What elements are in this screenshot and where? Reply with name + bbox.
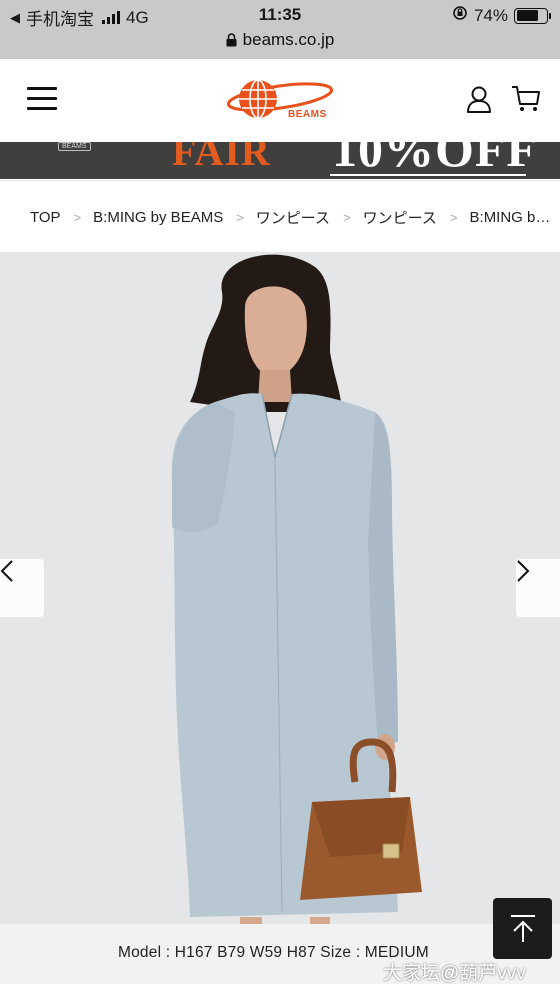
next-image-button[interactable] — [516, 559, 560, 617]
product-image-gallery[interactable] — [0, 252, 560, 924]
promo-brand-mark: BEAMS — [58, 142, 91, 151]
logo-text: BEAMS — [288, 109, 327, 120]
lock-icon — [226, 33, 237, 47]
breadcrumb: TOP > B:MING by BEAMS > ワンピース > ワンピース > … — [0, 180, 560, 252]
scroll-to-top-button[interactable] — [493, 898, 552, 959]
breadcrumb-item-current: B:MING b… — [469, 209, 551, 226]
promo-fair-text: FAIR — [172, 142, 271, 174]
arrow-up-icon — [510, 914, 535, 942]
promo-discount-text: 10%OFF — [332, 142, 538, 177]
user-icon[interactable] — [465, 85, 493, 118]
url-bar[interactable]: beams.co.jp — [0, 30, 560, 50]
battery-percent: 74% — [473, 5, 508, 25]
beams-logo[interactable]: BEAMS — [224, 75, 336, 127]
breadcrumb-separator: > — [236, 210, 244, 225]
breadcrumb-item-brand[interactable]: B:MING by BEAMS — [93, 209, 223, 226]
menu-icon[interactable] — [27, 87, 57, 111]
watermark-text: 大家坛@葫芦vvv — [383, 963, 526, 984]
promo-underline — [330, 174, 526, 176]
chevron-right-icon — [517, 560, 530, 582]
breadcrumb-separator: > — [449, 210, 458, 225]
breadcrumb-separator: > — [343, 210, 351, 225]
status-bar: ◀ 手机淘宝 4G 11:35 74% — [0, 0, 560, 30]
chevron-left-icon — [0, 560, 13, 582]
breadcrumb-item-subcategory[interactable]: ワンピース — [363, 207, 437, 228]
promo-banner[interactable]: BEAMS FAIR 10%OFF — [0, 142, 560, 179]
battery-icon — [514, 7, 551, 24]
previous-image-button[interactable] — [0, 559, 44, 617]
breadcrumb-item-category[interactable]: ワンピース — [256, 207, 330, 228]
rotation-lock-icon — [452, 5, 468, 26]
breadcrumb-item-top[interactable]: TOP — [30, 209, 61, 226]
product-photo — [171, 254, 422, 924]
url-text[interactable]: beams.co.jp — [243, 30, 335, 50]
breadcrumb-separator: > — [73, 210, 82, 225]
browser-chrome: ◀ 手机淘宝 4G 11:35 74% beams.co.jp — [0, 0, 560, 59]
site-header: BEAMS — [0, 59, 560, 142]
cart-icon[interactable] — [511, 85, 541, 118]
